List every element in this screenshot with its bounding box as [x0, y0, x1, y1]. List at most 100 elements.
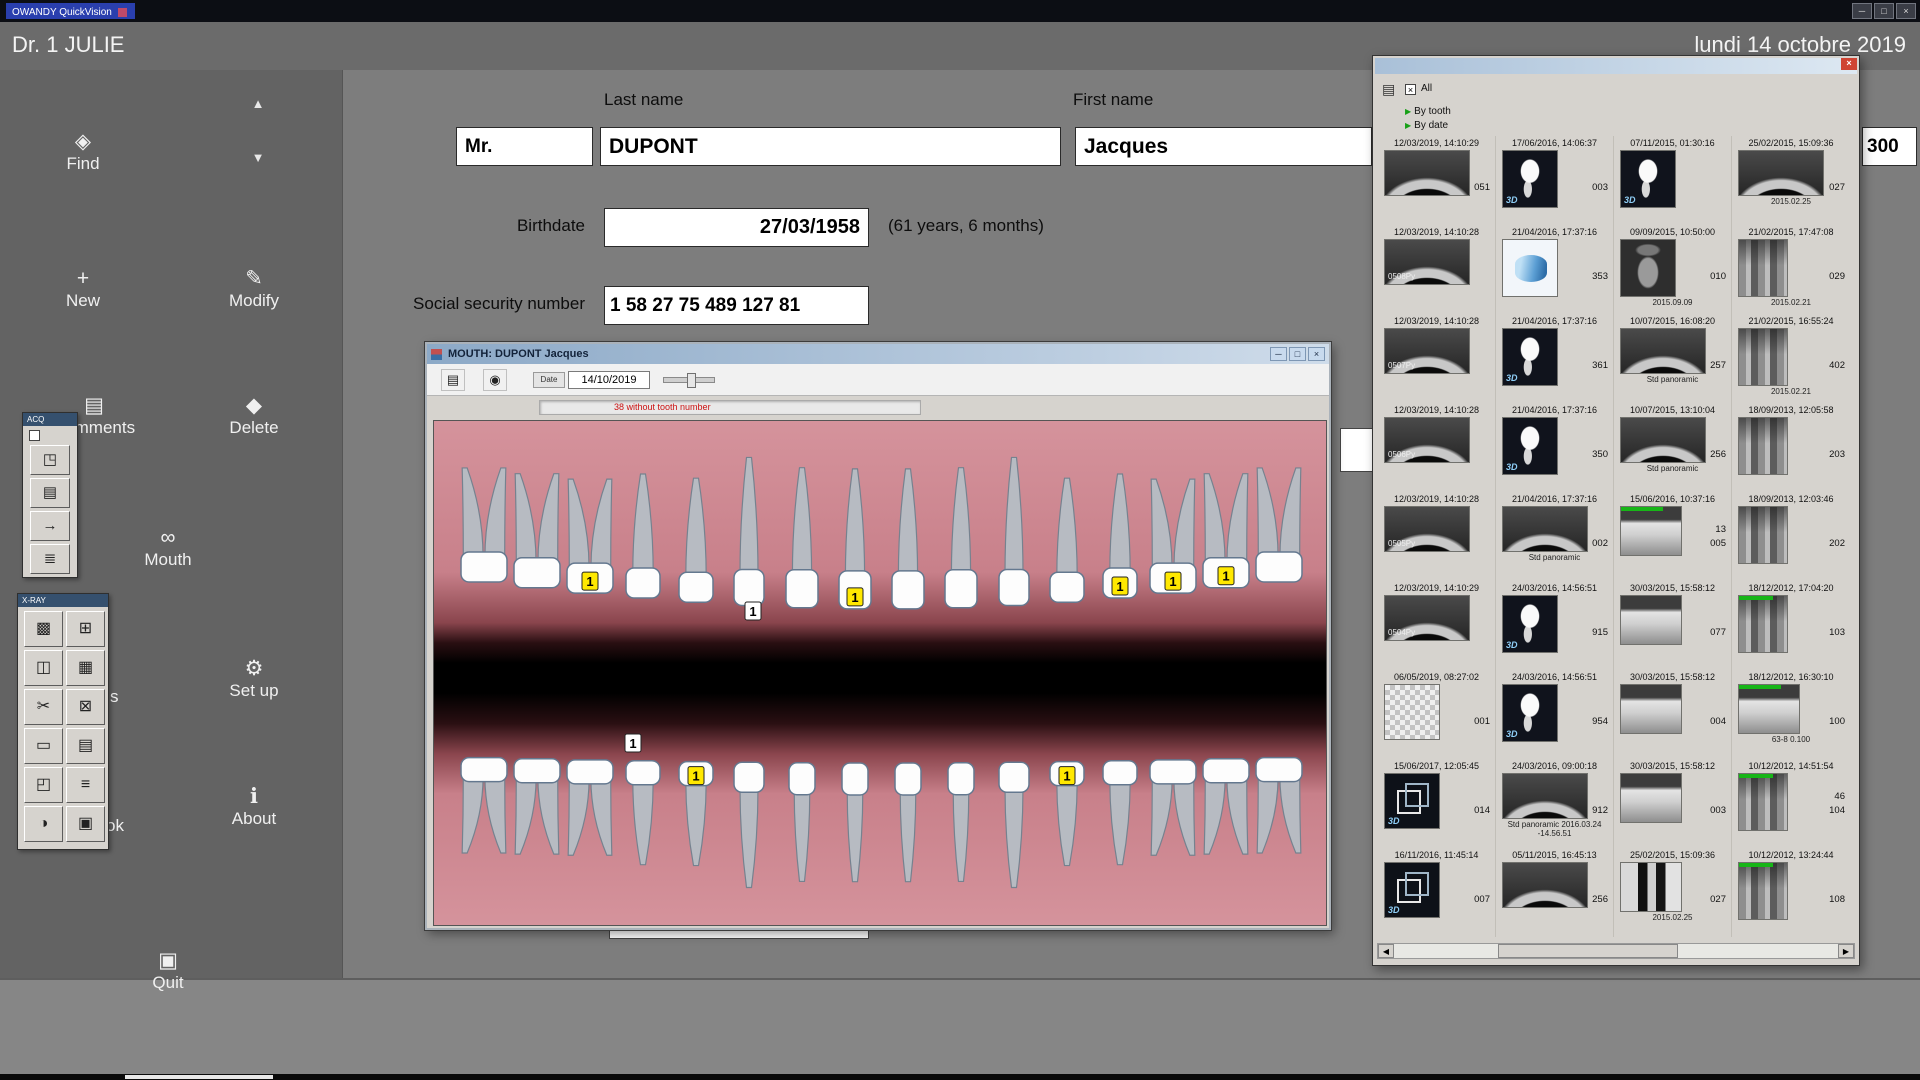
thumbnail-cell[interactable]: 21/04/2016, 17:37:16353: [1496, 225, 1614, 314]
acq-checkbox[interactable]: [29, 430, 40, 441]
filter-by-tooth[interactable]: ▶By tooth: [1405, 106, 1451, 117]
acq-import-button[interactable]: →: [30, 511, 70, 541]
thumbnail-cell[interactable]: 18/12/2012, 17:04:20103: [1732, 581, 1850, 670]
mouth-close-button[interactable]: ×: [1308, 347, 1325, 361]
tooth-number-tag[interactable]: 1: [1112, 577, 1128, 595]
dental-chart[interactable]: 111111111: [434, 421, 1328, 927]
filter-all-checkbox[interactable]: ×: [1405, 84, 1416, 95]
thumbnail-cell[interactable]: 24/03/2016, 14:56:513D915: [1496, 581, 1614, 670]
tooth-lower[interactable]: [948, 763, 974, 882]
tooth-lower[interactable]: [842, 763, 868, 882]
xray-cut-button[interactable]: ✂: [24, 689, 63, 725]
maximize-button[interactable]: □: [1874, 3, 1894, 19]
xray-delete-image-button[interactable]: ⊠: [66, 689, 105, 725]
mouth-chart-canvas[interactable]: 111111111: [433, 420, 1327, 926]
thumbnail-cell[interactable]: 15/06/2017, 12:05:453D014: [1378, 759, 1496, 848]
title-field[interactable]: Mr.: [456, 127, 593, 166]
sidebar-item-about[interactable]: ℹ About: [199, 785, 309, 829]
thumbnail-cell[interactable]: 18/12/2012, 16:30:1010063-8 0.100: [1732, 670, 1850, 759]
thumbnail-cell[interactable]: 10/12/2012, 13:24:44108: [1732, 848, 1850, 937]
acq-palette-title[interactable]: ACQ: [23, 413, 77, 426]
thumbnail-cell[interactable]: 12/03/2019, 14:10:280506Py: [1378, 403, 1496, 492]
acq-capture-button[interactable]: ◳: [30, 445, 70, 475]
mouth-minimize-button[interactable]: ─: [1270, 347, 1287, 361]
tooth-upper[interactable]: [999, 457, 1029, 605]
thumbnail-cell[interactable]: 12/03/2019, 14:10:280505Py: [1378, 492, 1496, 581]
palette-close-button[interactable]: ×: [1841, 58, 1857, 70]
thumbnail-cell[interactable]: 16/11/2016, 11:45:143D007: [1378, 848, 1496, 937]
tooth-lower[interactable]: [626, 761, 660, 865]
tooth-lower[interactable]: [1203, 759, 1249, 854]
xray-layout-3x3-button[interactable]: ▤: [66, 728, 105, 764]
tooth-lower[interactable]: [895, 763, 921, 882]
tooth-upper[interactable]: [734, 457, 764, 605]
thumbnail-cell[interactable]: 07/11/2015, 01:30:163D: [1614, 136, 1732, 225]
xray-layout-2x2-button[interactable]: ⊞: [66, 611, 105, 647]
tooth-upper[interactable]: [514, 474, 560, 588]
scroll-up-icon[interactable]: ▲: [236, 96, 280, 111]
tooth-number-tag[interactable]: 1: [745, 602, 761, 620]
mouth-camera-icon[interactable]: ◉: [483, 369, 507, 391]
thumbnail-cell[interactable]: 10/12/2012, 14:51:5410446: [1732, 759, 1850, 848]
xray-print-button[interactable]: ▭: [24, 728, 63, 764]
thumbnail-cell[interactable]: 21/02/2015, 16:55:244022015.02.21: [1732, 314, 1850, 403]
tooth-lower[interactable]: [461, 758, 507, 853]
scroll-left-icon[interactable]: ◀: [1378, 944, 1394, 958]
sidebar-item-quit[interactable]: ▣ Quit: [113, 949, 223, 993]
mouth-date-field[interactable]: 14/10/2019: [568, 371, 650, 389]
sidebar-item-find[interactable]: ◈ Find: [28, 130, 138, 174]
scroll-down-icon[interactable]: ▼: [236, 150, 280, 165]
thumbnail-cell[interactable]: 21/04/2016, 17:37:16002Std panoramic: [1496, 492, 1614, 581]
tooth-upper[interactable]: [1256, 468, 1302, 582]
tooth-number-tag[interactable]: 1: [1218, 567, 1234, 585]
xray-fullscreen-button[interactable]: ◰: [24, 767, 63, 803]
thumbnail-cell[interactable]: 10/07/2015, 13:10:04256Std panoramic: [1614, 403, 1732, 492]
tooth-lower[interactable]: [1256, 758, 1302, 853]
thumbnail-cell[interactable]: 09/09/2015, 10:50:000102015.09.09: [1614, 225, 1732, 314]
sidebar-item-setup[interactable]: ⚙ Set up: [199, 657, 309, 701]
tooth-lower[interactable]: [1150, 760, 1196, 855]
thumbnail-cell[interactable]: 18/09/2013, 12:05:58203: [1732, 403, 1850, 492]
mouth-maximize-button[interactable]: □: [1289, 347, 1306, 361]
tooth-upper[interactable]: [945, 468, 977, 608]
ref-number-field[interactable]: 300: [1862, 127, 1917, 166]
tooth-upper[interactable]: [679, 478, 713, 602]
scrollbar-thumb[interactable]: [1498, 944, 1678, 958]
mouth-zoom-slider[interactable]: [663, 377, 715, 383]
xray-palette-title[interactable]: X-RAY: [18, 594, 108, 607]
thumbnail-cell[interactable]: 21/02/2015, 17:47:080292015.02.21: [1732, 225, 1850, 314]
filter-all-label[interactable]: All: [1421, 83, 1432, 94]
thumbnail-cell[interactable]: 15/06/2016, 10:37:1600513: [1614, 492, 1732, 581]
birthdate-field[interactable]: 27/03/1958: [604, 208, 869, 247]
tooth-lower[interactable]: [567, 760, 613, 855]
mouth-chart-icon[interactable]: ▤: [441, 369, 465, 391]
tooth-number-tag[interactable]: 1: [582, 572, 598, 590]
tooth-lower[interactable]: [734, 762, 764, 887]
thumbnail-cell[interactable]: 25/02/2015, 15:09:360272015.02.25: [1732, 136, 1850, 225]
thumbnail-cell[interactable]: 24/03/2016, 09:00:18912Std panoramic 201…: [1496, 759, 1614, 848]
thumbnail-cell[interactable]: 30/03/2015, 15:58:12077: [1614, 581, 1732, 670]
xray-series-button[interactable]: ▣: [66, 806, 105, 842]
thumbnail-cell[interactable]: 21/04/2016, 17:37:163D361: [1496, 314, 1614, 403]
xray-halfmouth-left-button[interactable]: ◫: [24, 650, 63, 686]
minimize-button[interactable]: ─: [1852, 3, 1872, 19]
xray-layout-grid-button[interactable]: ▩: [24, 611, 63, 647]
xray-contrast-button[interactable]: ◑: [24, 806, 63, 842]
sidebar-item-delete[interactable]: ◆ Delete: [199, 394, 309, 438]
close-button[interactable]: ×: [1896, 3, 1916, 19]
thumbnail-cell[interactable]: 30/03/2015, 15:58:12003: [1614, 759, 1732, 848]
thumbnail-cell[interactable]: 05/11/2015, 16:45:13256: [1496, 848, 1614, 937]
sidebar-item-mouth[interactable]: ∞ Mouth: [113, 526, 223, 570]
mouth-window-titlebar[interactable]: MOUTH: DUPONT Jacques ─ □ ×: [427, 344, 1329, 364]
ssn-field[interactable]: 1 58 27 75 489 127 81: [604, 286, 869, 325]
palette-hscrollbar[interactable]: ◀ ▶: [1377, 943, 1855, 959]
thumbnail-cell[interactable]: 17/06/2016, 14:06:373D003: [1496, 136, 1614, 225]
sidebar-item-new[interactable]: + New: [28, 267, 138, 311]
tooth-number-tag[interactable]: 1: [625, 734, 641, 752]
tooth-lower[interactable]: [789, 763, 815, 882]
acq-page-button[interactable]: ▤: [30, 478, 70, 508]
first-name-field[interactable]: Jacques: [1075, 127, 1372, 166]
xray-halfmouth-right-button[interactable]: ▦: [66, 650, 105, 686]
app-title-tab[interactable]: OWANDY QuickVision: [6, 3, 135, 19]
tooth-number-tag[interactable]: 1: [1165, 572, 1181, 590]
